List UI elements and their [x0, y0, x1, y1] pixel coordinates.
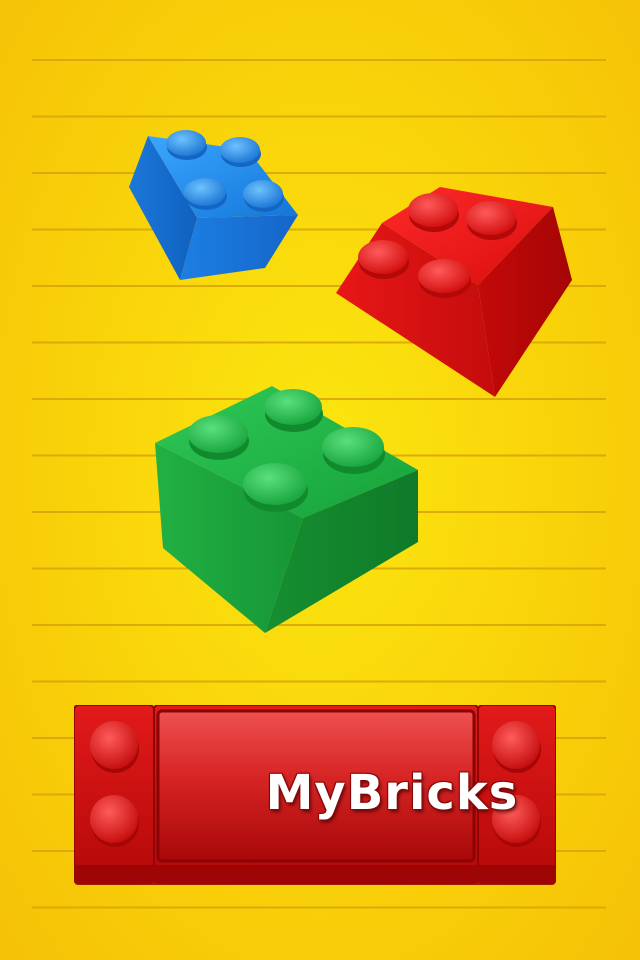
app-logo-text: MyBricks [265, 765, 519, 821]
red-brick [336, 187, 572, 397]
blue-brick [129, 130, 298, 280]
logo-plate: MyBricks [74, 705, 556, 885]
green-brick [155, 386, 418, 633]
splash-screen: MyBricks [0, 0, 640, 960]
